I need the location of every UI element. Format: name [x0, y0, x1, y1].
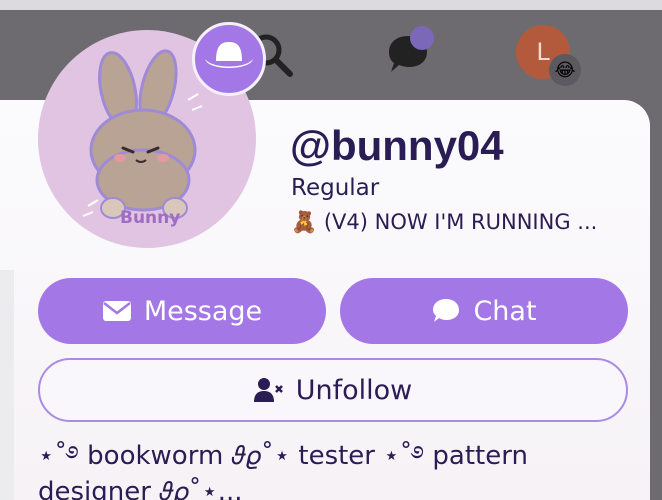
bio-text: ⋆˚࿔ bookworm 𝜗𝜚˚⋆ tester ⋆˚࿔ pattern des… [38, 441, 528, 500]
username: @bunny04 [290, 122, 504, 169]
avatar-caption: Bunny [120, 208, 181, 228]
status-emoji: 😂 [549, 54, 581, 86]
chat-button[interactable]: Chat [340, 278, 628, 344]
envelope-icon [102, 301, 131, 321]
page-edge [0, 270, 14, 500]
unfollow-button-label: Unfollow [295, 374, 413, 406]
user-title: 🧸 (V4) NOW I'M RUNNING ... [291, 210, 598, 234]
message-button[interactable]: Message [38, 278, 326, 344]
unfollow-button[interactable]: Unfollow [38, 358, 628, 422]
unfollow-user-icon [253, 378, 283, 402]
user-rank: Regular [291, 175, 380, 201]
cowboy-hat-icon[interactable] [192, 22, 266, 96]
chat-button-label: Chat [473, 295, 537, 327]
message-button-label: Message [143, 295, 263, 327]
chat-icon [433, 299, 460, 322]
user-avatar-letter: L [536, 38, 550, 66]
notification-dot [410, 26, 434, 50]
top-strip [0, 0, 662, 10]
